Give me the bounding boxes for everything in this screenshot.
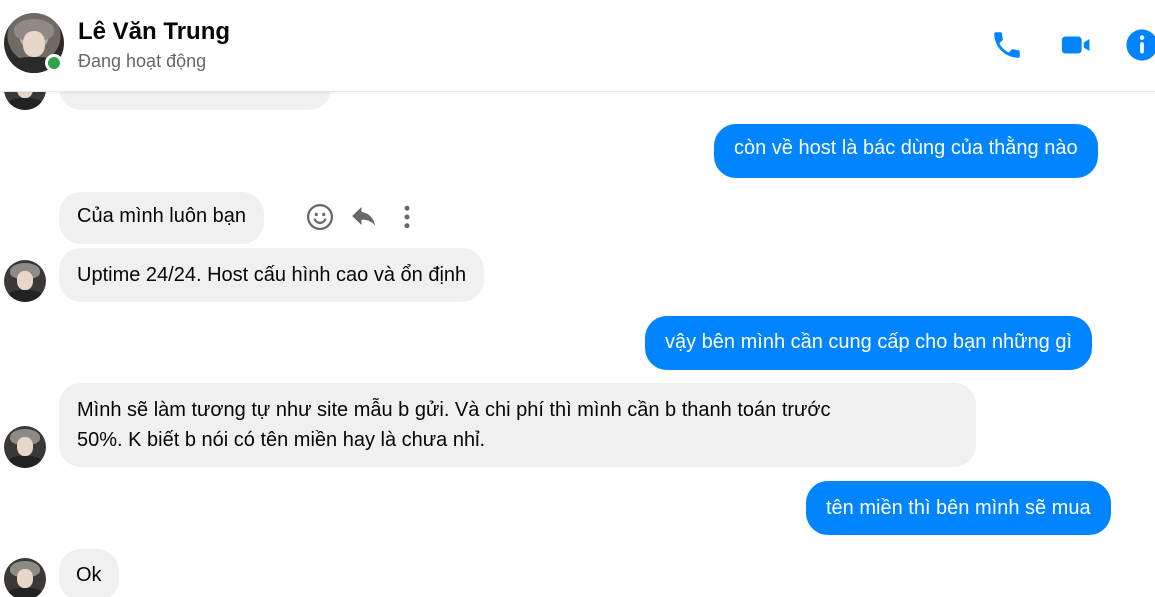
- online-status-dot: [45, 54, 63, 72]
- contact-avatar-small[interactable]: [4, 260, 46, 302]
- message-line: 50%. K biết b nói có tên miền hay là chư…: [77, 429, 486, 451]
- info-icon[interactable]: [1125, 28, 1155, 62]
- message-bubble-incoming[interactable]: Uptime 24/24. Host cấu hình cao và ổn đị…: [59, 248, 485, 302]
- message-bubble-incoming[interactable]: Ok: [59, 549, 119, 597]
- more-options-icon[interactable]: [392, 202, 422, 232]
- contact-avatar-small[interactable]: [4, 558, 46, 597]
- message-line: Mình sẽ làm tương tự như site mẫu b gửi.…: [77, 399, 831, 421]
- reply-icon[interactable]: [349, 202, 379, 232]
- contact-status: Đang hoạt động: [78, 51, 207, 71]
- contact-avatar-small[interactable]: [4, 426, 46, 468]
- message-bubble-incoming[interactable]: Mình sẽ làm tương tự như site mẫu b gửi.…: [59, 383, 976, 467]
- emoji-react-icon[interactable]: [305, 202, 335, 232]
- message-bubble-outgoing[interactable]: tên miền thì bên mình sẽ mua: [806, 481, 1111, 535]
- conversation-header: Lê Văn Trung Đang hoạt động: [0, 0, 1155, 92]
- phone-icon[interactable]: [990, 28, 1024, 62]
- message-bubble-outgoing[interactable]: vậy bên mình cần cung cấp cho bạn những …: [645, 316, 1093, 370]
- message-bubble-incoming[interactable]: Của mình luôn bạn: [59, 192, 265, 244]
- contact-name[interactable]: Lê Văn Trung: [78, 18, 230, 46]
- message-bubble-outgoing[interactable]: còn về host là bác dùng của thằng nào: [714, 124, 1098, 178]
- video-call-icon[interactable]: [1059, 28, 1093, 62]
